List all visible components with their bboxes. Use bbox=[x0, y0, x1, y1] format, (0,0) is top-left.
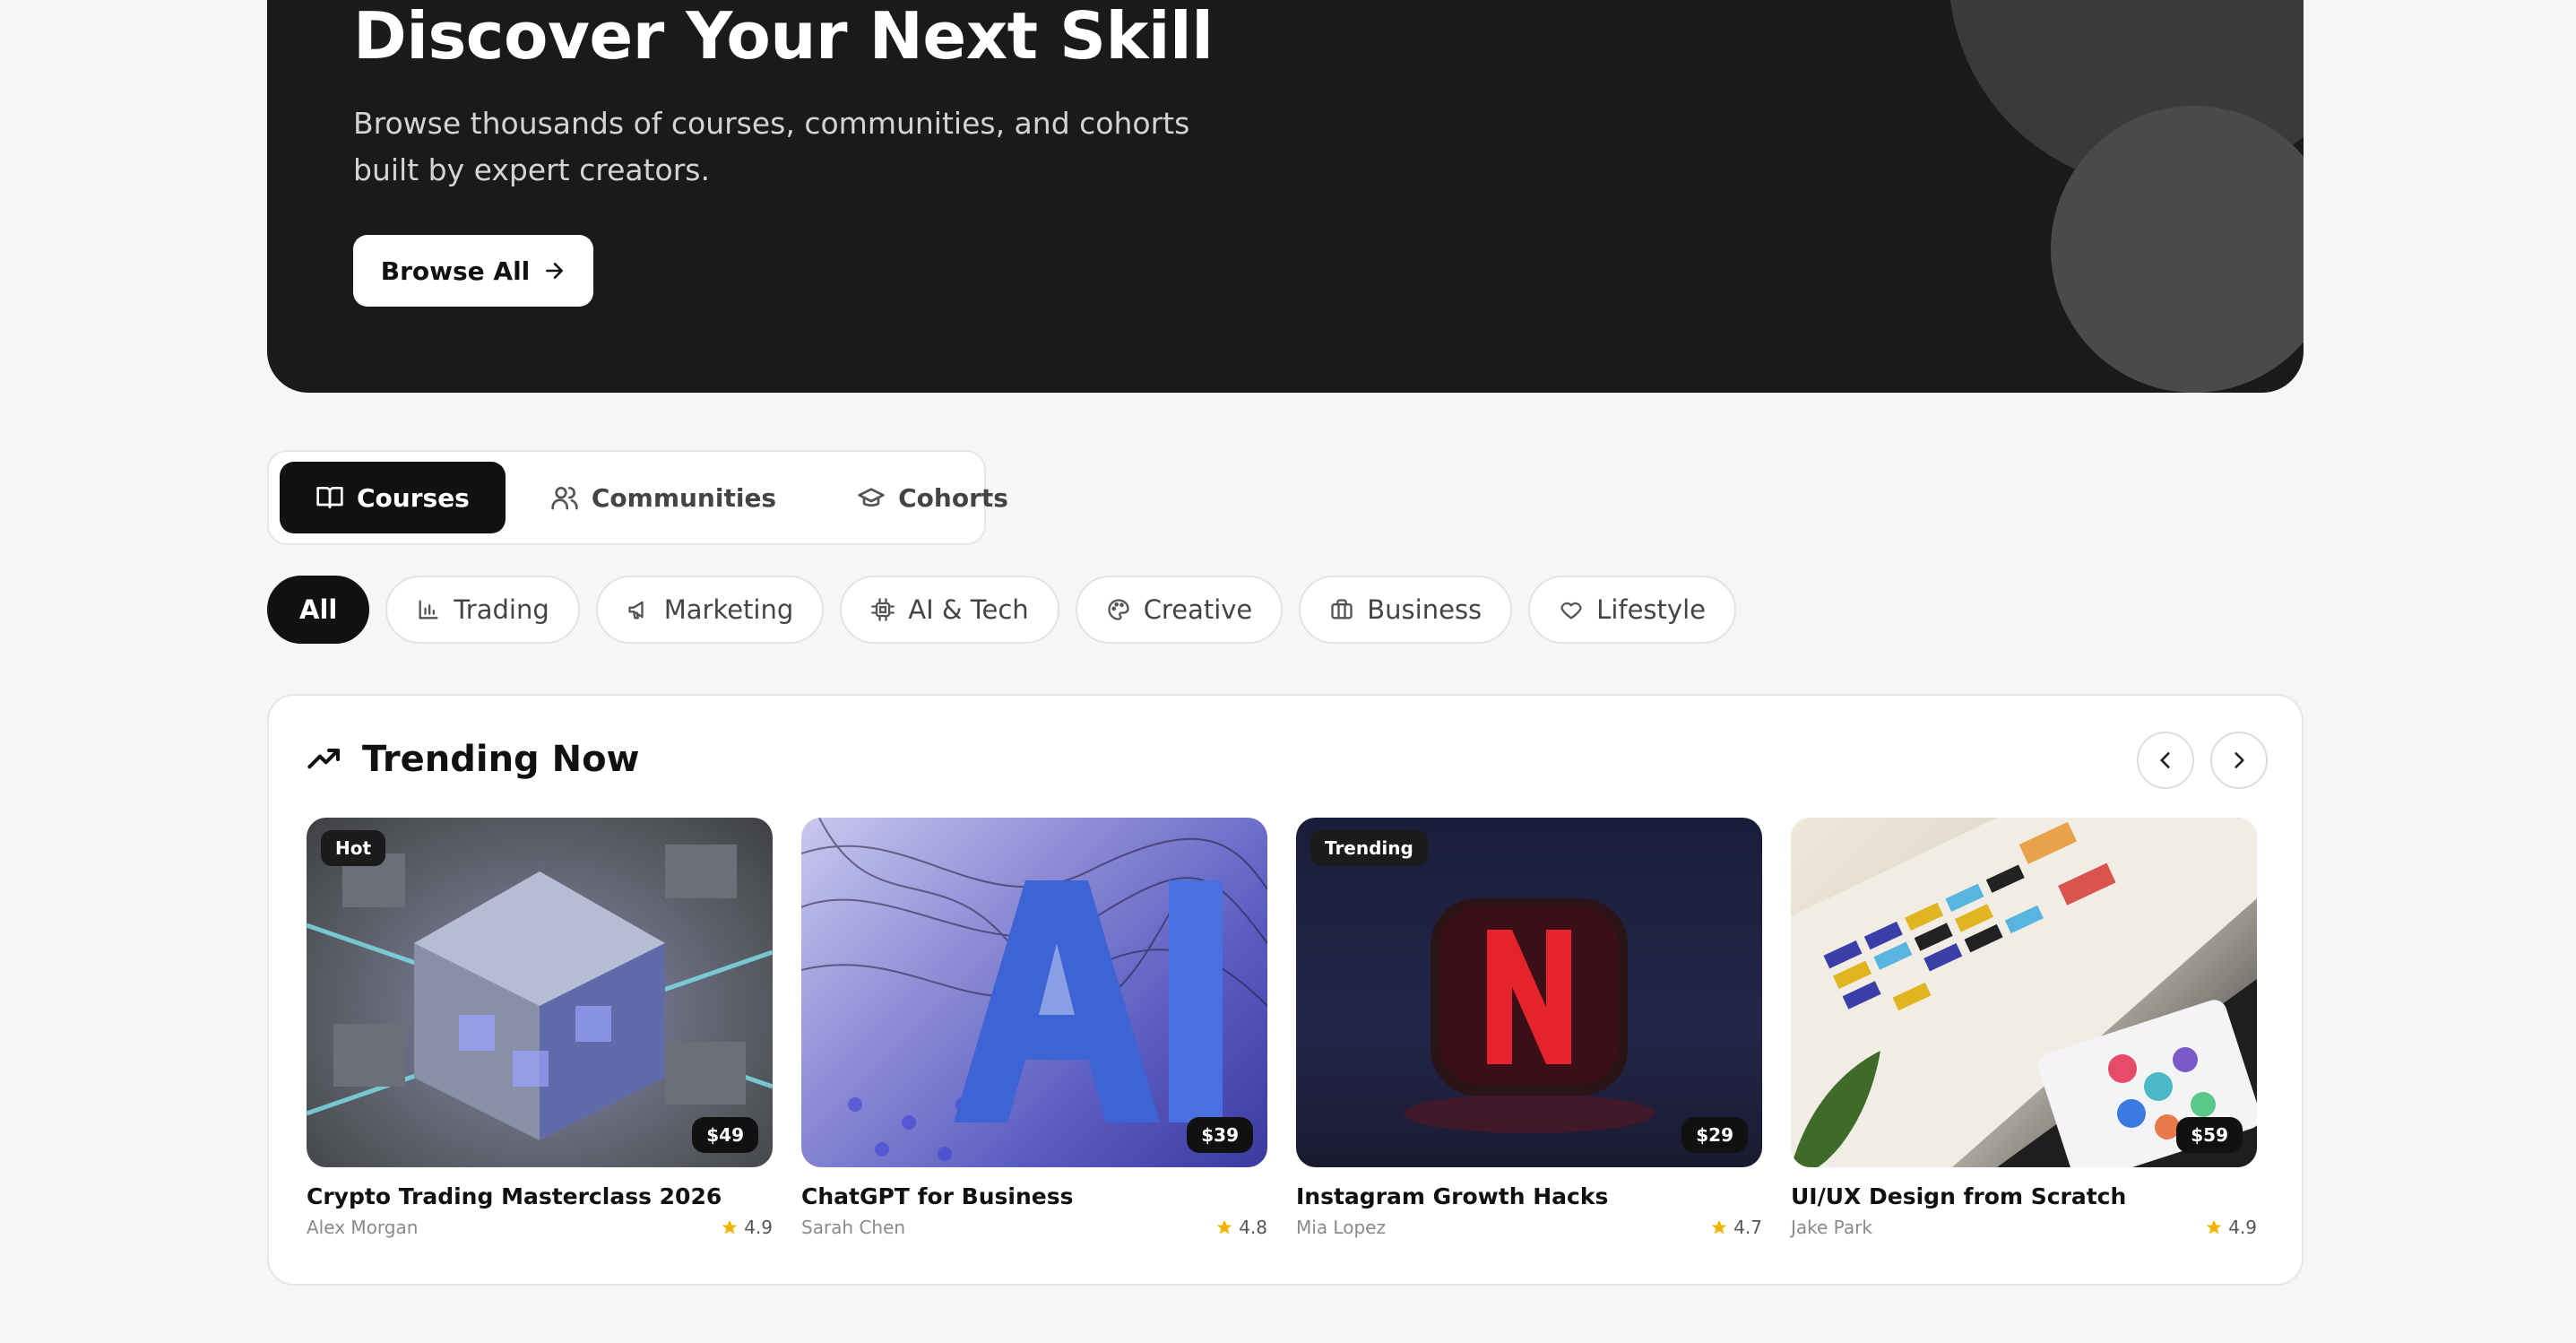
category-trading[interactable]: Trading bbox=[385, 576, 580, 644]
course-title: Crypto Trading Masterclass 2026 bbox=[307, 1183, 722, 1209]
cpu-icon bbox=[871, 598, 895, 621]
category-label: Lifestyle bbox=[1596, 594, 1706, 625]
category-label: All bbox=[299, 594, 338, 625]
course-author: Jake Park bbox=[1791, 1217, 1872, 1238]
crypto-cubes-illustration bbox=[307, 845, 773, 1140]
price-tag: $59 bbox=[2176, 1117, 2243, 1153]
course-card[interactable]: $59 UI/UX Design from Scratch Jake Park … bbox=[1791, 818, 2257, 1238]
color-swatches-illustration bbox=[1791, 818, 2257, 1167]
course-thumbnail: Hot $49 bbox=[307, 818, 773, 1167]
category-label: Creative bbox=[1143, 594, 1253, 625]
browse-all-button[interactable]: Browse All bbox=[353, 235, 593, 307]
category-creative[interactable]: Creative bbox=[1075, 576, 1284, 644]
price-tag: $29 bbox=[1681, 1117, 1748, 1153]
star-icon bbox=[722, 1219, 738, 1235]
course-title: ChatGPT for Business bbox=[801, 1183, 1074, 1209]
course-author: Sarah Chen bbox=[801, 1217, 906, 1238]
course-meta: Jake Park 4.9 bbox=[1791, 1217, 2257, 1238]
chevron-left-icon bbox=[2160, 752, 2170, 768]
course-title: Instagram Growth Hacks bbox=[1296, 1183, 1609, 1209]
price-tag: $39 bbox=[1187, 1117, 1253, 1153]
course-thumbnail: Trending $29 bbox=[1296, 818, 1762, 1167]
category-lifestyle[interactable]: Lifestyle bbox=[1528, 576, 1736, 644]
briefcase-icon bbox=[1331, 599, 1353, 620]
category-ai-tech[interactable]: AI & Tech bbox=[840, 576, 1059, 644]
chevron-right-icon bbox=[2235, 752, 2244, 768]
course-rating: 4.7 bbox=[1710, 1217, 1762, 1238]
course-thumbnail: $39 bbox=[801, 818, 1267, 1167]
heart-icon bbox=[1560, 602, 1582, 620]
trending-section: Trending Now Hot $49 Crypto Trading Mast… bbox=[267, 694, 2304, 1286]
category-label: Business bbox=[1367, 594, 1482, 625]
section-header: Trending Now bbox=[307, 739, 640, 780]
course-author: Mia Lopez bbox=[1296, 1217, 1386, 1238]
badge-hot: Hot bbox=[321, 830, 386, 866]
course-author: Alex Morgan bbox=[307, 1217, 419, 1238]
graduation-cap-icon bbox=[858, 488, 885, 507]
price-tag: $49 bbox=[692, 1117, 758, 1153]
category-label: Marketing bbox=[663, 594, 794, 625]
rating-value: 4.7 bbox=[1733, 1217, 1762, 1238]
palette-icon bbox=[1108, 599, 1129, 620]
course-meta: Sarah Chen 4.8 bbox=[801, 1217, 1267, 1238]
category-filters: All Trading Marketing AI & Tech Creative… bbox=[267, 576, 1736, 644]
carousel-next-button[interactable] bbox=[2210, 732, 2268, 789]
category-all[interactable]: All bbox=[267, 576, 370, 644]
course-meta: Alex Morgan 4.9 bbox=[307, 1217, 773, 1238]
ai-letters-illustration bbox=[801, 818, 1267, 1161]
content-type-tabs: Courses Communities Cohorts bbox=[267, 450, 1008, 545]
rating-value: 4.9 bbox=[2228, 1217, 2257, 1238]
carousel-prev-button[interactable] bbox=[2137, 732, 2194, 789]
tab-label: Courses bbox=[357, 482, 470, 513]
megaphone-icon bbox=[628, 601, 644, 620]
course-card[interactable]: Trending $29 Instagram Growth Hacks Mia … bbox=[1296, 818, 1762, 1238]
browse-all-label: Browse All bbox=[380, 256, 531, 286]
bar-chart-icon bbox=[419, 600, 438, 620]
category-label: Trading bbox=[454, 594, 549, 625]
course-rating: 4.9 bbox=[721, 1217, 773, 1238]
tab-label: Cohorts bbox=[898, 482, 1008, 513]
course-card[interactable]: $39 ChatGPT for Business Sarah Chen 4.8 bbox=[801, 818, 1267, 1238]
tab-label: Communities bbox=[591, 482, 777, 513]
course-meta: Mia Lopez 4.7 bbox=[1296, 1217, 1762, 1238]
hero-title: Discover Your Next Skill bbox=[353, 0, 1214, 74]
rating-value: 4.9 bbox=[744, 1217, 773, 1238]
category-business[interactable]: Business bbox=[1299, 576, 1513, 644]
course-rating: 4.9 bbox=[2205, 1217, 2257, 1238]
users-icon bbox=[551, 487, 578, 510]
hero-banner: Discover Your Next Skill Browse thousand… bbox=[267, 0, 2304, 393]
course-card[interactable]: Hot $49 Crypto Trading Masterclass 2026 … bbox=[307, 818, 773, 1238]
section-title: Trending Now bbox=[362, 739, 640, 780]
star-icon bbox=[2206, 1219, 2222, 1235]
star-icon bbox=[1711, 1219, 1727, 1235]
netflix-logo-illustration bbox=[1404, 898, 1655, 1133]
course-rating: 4.8 bbox=[1215, 1217, 1267, 1238]
course-title: UI/UX Design from Scratch bbox=[1791, 1183, 2127, 1209]
rating-value: 4.8 bbox=[1239, 1217, 1267, 1238]
trending-up-icon bbox=[307, 749, 340, 769]
course-thumbnail: $59 bbox=[1791, 818, 2257, 1167]
book-open-icon bbox=[316, 487, 343, 508]
tab-communities[interactable]: Communities bbox=[514, 462, 812, 533]
hero-subtitle: Browse thousands of courses, communities… bbox=[353, 106, 1190, 187]
badge-trending: Trending bbox=[1310, 830, 1428, 866]
arrow-right-icon bbox=[546, 263, 564, 279]
category-marketing[interactable]: Marketing bbox=[595, 576, 825, 644]
category-label: AI & Tech bbox=[908, 594, 1029, 625]
star-icon bbox=[1216, 1219, 1232, 1235]
tab-courses[interactable]: Courses bbox=[280, 462, 506, 533]
course-carousel: Hot $49 Crypto Trading Masterclass 2026 … bbox=[307, 818, 2257, 1238]
tab-cohorts[interactable]: Cohorts bbox=[821, 462, 1044, 533]
